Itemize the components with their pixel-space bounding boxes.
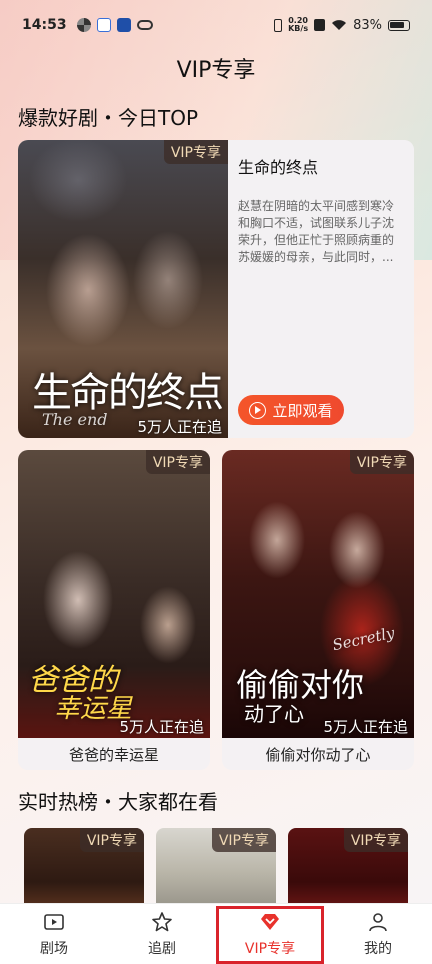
play-icon (249, 401, 267, 419)
hero-description: 赵慧在阴暗的太平间感到寒冷和胸口不适，试图联系儿子沈荣升，但他正忙于照顾病重的苏… (238, 199, 395, 264)
tab-following[interactable]: 追剧 (108, 904, 216, 964)
app-notification-icon (96, 18, 111, 32)
star-icon (152, 912, 172, 932)
wifi-icon (332, 20, 347, 30)
drama-poster[interactable]: VIP专享 爸爸的 幸运星 5万人正在追 (18, 450, 210, 738)
status-time: 14:53 (22, 17, 67, 33)
hot-vip-tag: VIP专享 (211, 828, 276, 852)
drama-card[interactable]: VIP专享 爸爸的 幸运星 5万人正在追 爸爸的幸运星 (18, 450, 210, 770)
tab-vip-highlight (216, 906, 324, 964)
battery-percent: 83% (353, 17, 382, 33)
drama-poster-script: Secretly (330, 623, 397, 655)
hero-poster-subtitle: The end (42, 410, 108, 429)
page-title: VIP专享 (176, 58, 256, 83)
drama-caption: 偷偷对你动了心 (265, 746, 371, 764)
tab-following-label: 追剧 (148, 941, 176, 957)
drama-card[interactable]: VIP专享 Secretly 偷偷对你 动了心 5万人正在追 偷偷对你动了心 (222, 450, 414, 770)
status-right: 0.20 KB/s 83% (274, 17, 410, 33)
drama-poster[interactable]: VIP专享 Secretly 偷偷对你 动了心 5万人正在追 (222, 450, 414, 738)
hero-info: 生命的终点 赵慧在阴暗的太平间感到寒冷和胸口不适，试图联系儿子沈荣升，但他正忙于… (228, 140, 414, 438)
vibrate-icon (274, 18, 283, 32)
video-icon (44, 914, 64, 930)
tab-vip[interactable]: VIP专享 (216, 904, 324, 964)
nfc-icon (314, 19, 326, 31)
battery-icon (388, 19, 410, 31)
net-speed: 0.20 KB/s (288, 17, 308, 33)
hero-vip-tag: VIP专享 (163, 140, 228, 164)
tab-theater[interactable]: 剧场 (0, 904, 108, 964)
drama-watching-count: 5万人正在追 (119, 718, 204, 736)
drama-vip-tag: VIP专享 (145, 450, 210, 474)
drama-caption: 爸爸的幸运星 (68, 746, 159, 764)
hero-poster[interactable]: VIP专享 生命的终点 The end 5万人正在追 (18, 140, 228, 438)
drama-vip-tag: VIP专享 (349, 450, 414, 474)
net-speed-unit: KB/s (288, 24, 309, 33)
tab-mine[interactable]: 我的 (324, 904, 432, 964)
tab-theater-label: 剧场 (40, 941, 68, 957)
status-bar: 14:53 0.20 KB/s 83% (0, 0, 432, 50)
drama-poster-title-2: 动了心 (244, 702, 304, 726)
drama-watching-count: 5万人正在追 (323, 718, 408, 736)
hot-vip-tag: VIP专享 (343, 828, 408, 852)
hot-vip-tag: VIP专享 (79, 828, 144, 852)
tab-mine-label: 我的 (364, 941, 392, 957)
section-title-top: 爆款好剧・今日TOP (18, 106, 199, 130)
section-title-hot: 实时热榜・大家都在看 (18, 790, 218, 814)
pinwheel-icon (76, 18, 91, 32)
watch-now-label: 立即观看 (272, 401, 333, 420)
browser-notification-icon (116, 18, 131, 32)
hero-card[interactable]: VIP专享 生命的终点 The end 5万人正在追 生命的终点 赵慧在阴暗的太… (18, 140, 414, 438)
hero-drama-name: 生命的终点 (238, 158, 319, 177)
bottom-tab-bar: 剧场 追剧 VIP专享 我的 (0, 903, 432, 964)
hero-watching-count: 5万人正在追 (137, 418, 222, 436)
watch-now-button[interactable]: 立即观看 (238, 395, 344, 425)
link-notification-icon (136, 20, 153, 30)
person-icon (369, 913, 387, 932)
